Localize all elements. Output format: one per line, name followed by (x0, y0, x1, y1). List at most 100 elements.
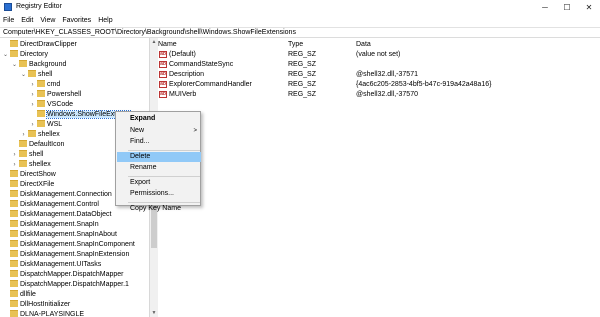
folder-icon (28, 129, 36, 137)
context-menu-item-expand[interactable]: Expand (117, 114, 201, 124)
value-type: REG_SZ (288, 81, 317, 88)
context-menu-item-delete[interactable]: Delete (117, 151, 201, 162)
maximize-button[interactable]: ☐ (556, 0, 578, 14)
tree-item[interactable]: ⌄ Background (11, 59, 67, 70)
tree-item[interactable]: DirectDrawClipper (2, 39, 77, 50)
tree-item-label: DispatchMapper.DispatchMapper.1 (20, 281, 129, 288)
tree-item[interactable]: › VSCode (29, 99, 74, 110)
folder-icon (19, 59, 27, 67)
chevron-down-icon[interactable]: ⌄ (2, 50, 9, 60)
menu-separator (128, 175, 200, 177)
tree-item-label: shellex (38, 131, 60, 138)
tree-item-label: DirectShow (20, 171, 56, 178)
menu-help[interactable]: Help (98, 17, 112, 24)
chevron-right-icon[interactable]: › (29, 90, 36, 100)
folder-icon (10, 239, 18, 247)
value-row[interactable]: ab ExplorerCommandHandler REG_SZ {4ac6c205-… (158, 80, 600, 90)
tree-item[interactable]: › shellex (20, 129, 60, 140)
folder-icon (10, 229, 18, 237)
tree-item[interactable]: DiskManagement.SnapInAbout (2, 229, 117, 240)
tree-item-label: DirectXFile (20, 181, 55, 188)
tree-item[interactable]: › WSL (29, 119, 62, 130)
context-menu-label: Copy Key Name (130, 204, 181, 212)
folder-icon (10, 299, 18, 307)
tree-item-label: DefaultIcon (29, 141, 65, 148)
tree-item[interactable]: dllfile (2, 289, 36, 300)
value-row[interactable]: ab Description REG_SZ @shell32.dll,-37571 (158, 70, 600, 80)
context-menu-item-rename[interactable]: Rename (117, 163, 201, 173)
tree-item-label: VSCode (47, 101, 74, 108)
context-menu-item-new[interactable]: New > (117, 126, 201, 136)
context-menu: Expand New > Find... Delete Rename Export Permi… (115, 111, 201, 212)
tree-item[interactable]: ⌄ shell (20, 69, 52, 80)
tree-item[interactable]: › shellex (11, 159, 51, 170)
tree-item[interactable]: DispatchMapper.DispatchMapper (2, 269, 124, 280)
context-menu-item-copy-key-name[interactable]: Copy Key Name (117, 204, 201, 214)
tree-item[interactable]: › shell (11, 149, 43, 160)
tree-item[interactable]: DllHostInitializer (2, 299, 70, 310)
value-row[interactable]: ab CommandStateSync REG_SZ (158, 60, 600, 70)
values-list: Name Type Data ab (Default) REG_SZ (value n… (158, 38, 600, 317)
tree-item-label: DiskManagement.Connection (20, 191, 112, 198)
value-row[interactable]: ab MUIVerb REG_SZ @shell32.dll,-37570 (158, 90, 600, 100)
tree-item-label: Directory (20, 51, 49, 58)
tree-item[interactable]: DirectShow (2, 169, 56, 180)
context-menu-item-permissions[interactable]: Permissions... (117, 189, 201, 199)
close-button[interactable]: ✕ (578, 0, 600, 14)
tree-item-label: shellex (29, 161, 51, 168)
folder-icon (10, 259, 18, 267)
chevron-right-icon[interactable]: › (11, 150, 18, 160)
folder-icon (10, 269, 18, 277)
value-type: REG_SZ (288, 91, 317, 98)
folder-icon (37, 119, 45, 127)
tree-item[interactable]: › cmd (29, 79, 61, 90)
menu-bar: File Edit View Favorites Help (0, 14, 600, 27)
tree-item[interactable]: ⌄ Directory (2, 49, 49, 60)
value-type: REG_SZ (288, 71, 317, 78)
column-header-data[interactable]: Data (356, 40, 371, 49)
folder-icon (10, 309, 18, 317)
tree-item[interactable]: DiskManagement.SnapInExtension (2, 249, 129, 260)
folder-icon (37, 99, 45, 107)
context-menu-label: Export (130, 178, 151, 186)
address-bar[interactable]: Computer\HKEY_CLASSES_ROOT\Directory\Bac… (0, 27, 600, 38)
chevron-right-icon[interactable]: › (29, 100, 36, 110)
tree-item[interactable]: DiskManagement.SnapInComponent (2, 239, 135, 250)
minimize-button[interactable]: ─ (534, 0, 556, 14)
chevron-right-icon[interactable]: › (20, 130, 27, 140)
menu-edit[interactable]: Edit (21, 17, 33, 24)
value-name: Description (169, 71, 205, 78)
tree-item-label: DiskManagement.SnapInAbout (20, 231, 117, 238)
tree-item[interactable]: DefaultIcon (11, 139, 65, 150)
menu-favorites[interactable]: Favorites (62, 17, 91, 24)
tree-item[interactable]: DiskManagement.Control (2, 199, 99, 210)
menu-separator (128, 149, 200, 151)
chevron-right-icon[interactable]: › (11, 160, 18, 170)
tree-item-label: cmd (47, 81, 61, 88)
tree-item[interactable]: DiskManagement.SnapIn (2, 219, 99, 230)
tree-item[interactable]: DiskManagement.DataObject (2, 209, 111, 220)
context-menu-item-export[interactable]: Export (117, 178, 201, 188)
scroll-down-arrow-icon[interactable]: ▼ (150, 309, 158, 317)
tree-item[interactable]: DirectXFile (2, 179, 55, 190)
tree-item[interactable]: DispatchMapper.DispatchMapper.1 (2, 279, 129, 290)
chevron-down-icon[interactable]: ⌄ (11, 60, 18, 70)
column-header-name[interactable]: Name (158, 40, 177, 49)
column-header-type[interactable]: Type (288, 40, 303, 49)
chevron-right-icon[interactable]: › (29, 120, 36, 130)
menu-file[interactable]: File (3, 17, 14, 24)
tree-item-label: DiskManagement.SnapInComponent (20, 241, 135, 248)
tree-item[interactable]: DLNA-PLAYSINGLE (2, 309, 84, 317)
tree-item[interactable]: › Powershell (29, 89, 81, 100)
menu-view[interactable]: View (40, 17, 55, 24)
value-row[interactable]: ab (Default) REG_SZ (value not set) (158, 50, 600, 60)
folder-icon (10, 209, 18, 217)
chevron-right-icon[interactable]: › (29, 80, 36, 90)
tree-item-label: Background (29, 61, 67, 68)
chevron-down-icon[interactable]: ⌄ (20, 70, 27, 80)
tree-item[interactable]: DiskManagement.UITasks (2, 259, 101, 270)
submenu-arrow-icon: > (193, 127, 197, 134)
tree-item[interactable]: DiskManagement.Connection (2, 189, 112, 200)
context-menu-item-find[interactable]: Find... (117, 137, 201, 147)
scroll-up-arrow-icon[interactable]: ▲ (150, 38, 158, 46)
